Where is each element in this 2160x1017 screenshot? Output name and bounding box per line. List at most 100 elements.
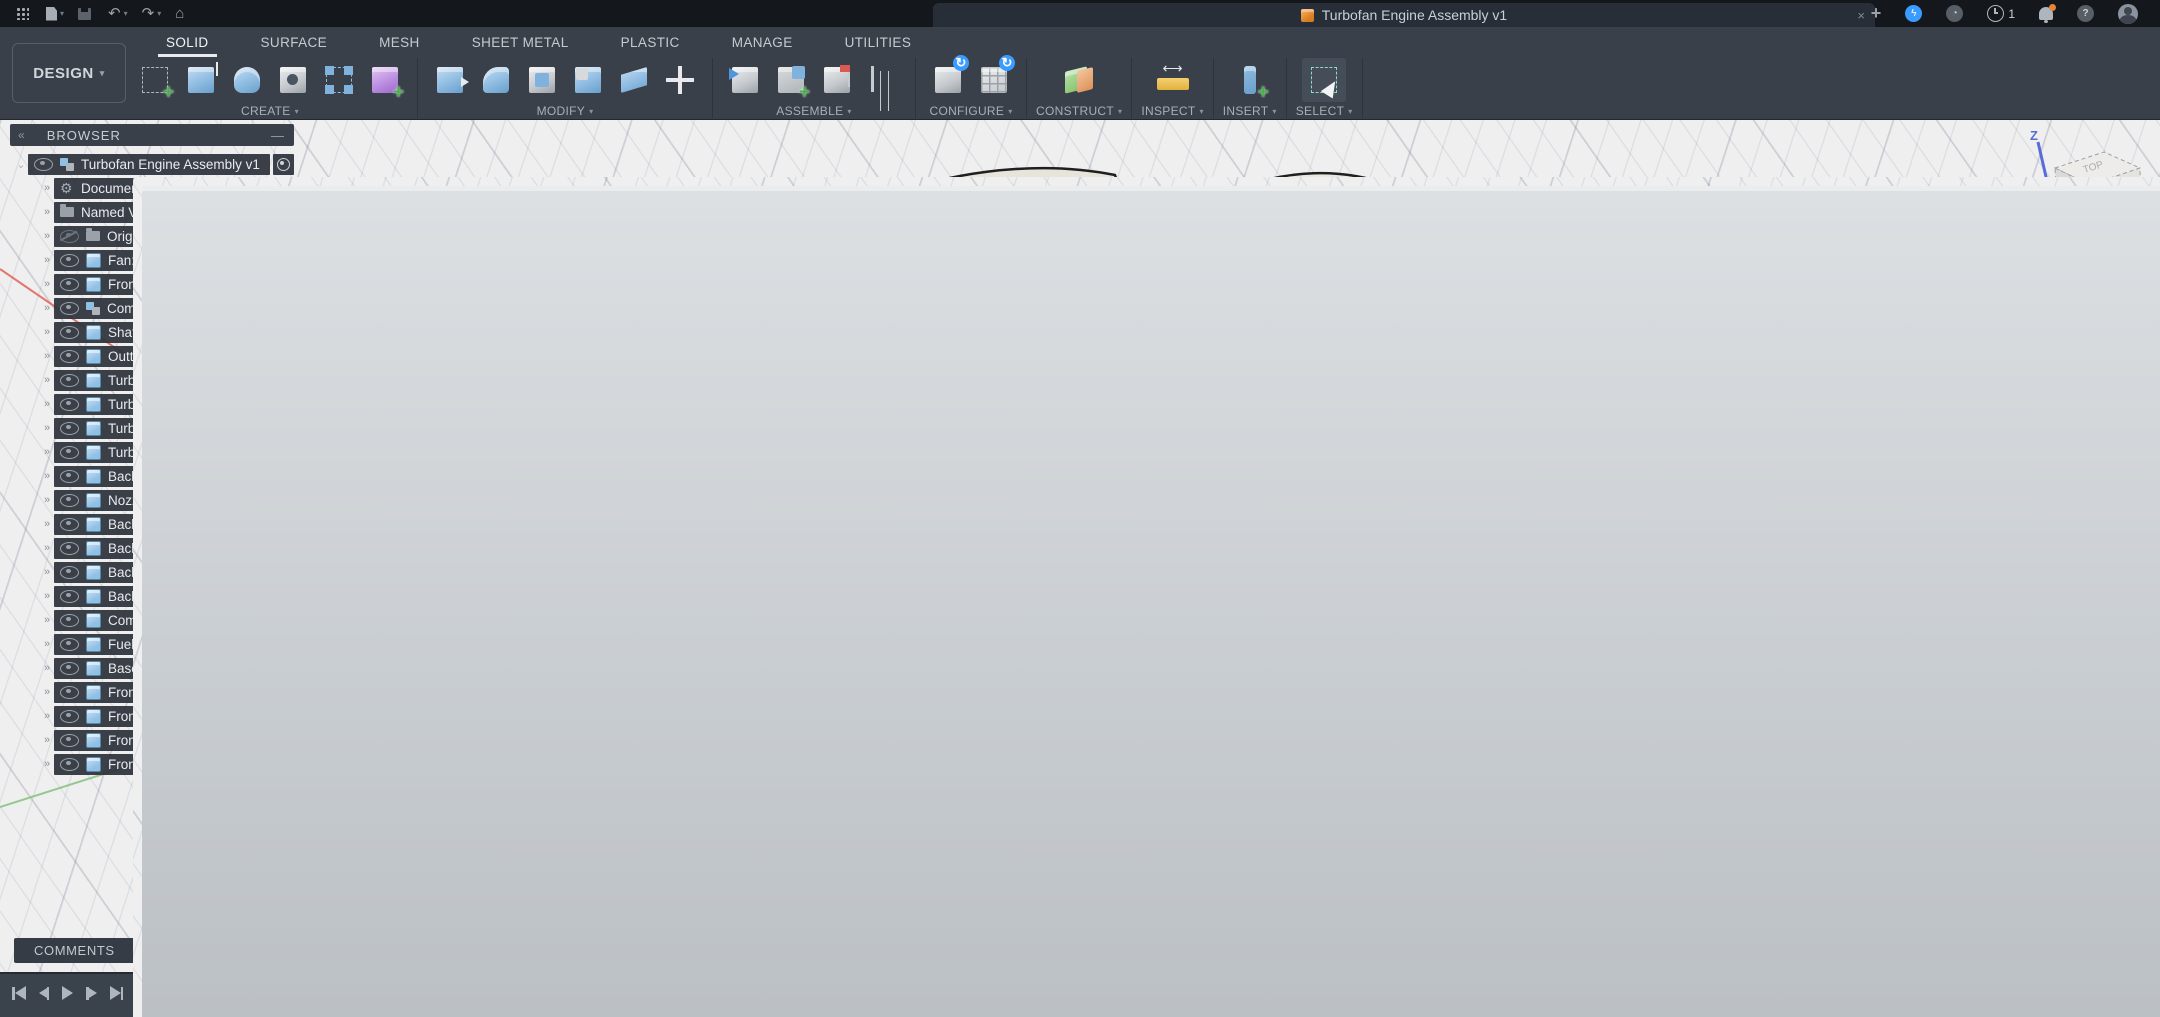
workspace-switcher[interactable]: DESIGN ▾ [12,43,126,103]
browser-header[interactable]: « BROWSER — [10,124,294,146]
visibility-eye-icon[interactable] [60,350,79,363]
visibility-eye-icon[interactable] [60,686,79,699]
visibility-eye-icon[interactable] [60,302,79,315]
tool-pattern[interactable] [317,58,361,102]
expand-chevron-icon[interactable]: » [40,614,54,626]
visibility-eye-icon[interactable] [60,734,79,747]
titlebar-icon-undo[interactable]: ↶ ▾ [108,7,128,20]
visibility-eye-icon[interactable] [60,638,79,651]
tool-extrude[interactable] [179,58,223,102]
document-tab[interactable]: Turbofan Engine Assembly v1 × [933,3,1875,27]
tab-manage[interactable]: MANAGE [706,31,819,57]
tool-shell[interactable] [520,58,564,102]
chevron-down-icon[interactable]: ▾ [1348,107,1352,116]
visibility-eye-icon[interactable] [60,518,79,531]
version-history-button[interactable]: 1 [1987,5,2015,22]
playback-step-forward[interactable] [86,987,97,1000]
tool-insert-fastener[interactable] [1228,58,1272,102]
expand-chevron-icon[interactable]: » [40,494,54,506]
visibility-eye-icon[interactable] [60,590,79,603]
expand-chevron-icon[interactable]: » [40,590,54,602]
expand-chevron-icon[interactable]: » [40,638,54,650]
notifications-icon[interactable] [2039,7,2053,20]
tool-create-sketch[interactable] [133,58,177,102]
tab-sheet-metal[interactable]: SHEET METAL [446,31,595,57]
tool-configuration[interactable] [926,58,970,102]
tool-construct-plane[interactable] [1057,58,1101,102]
titlebar-icon-home[interactable]: ⌂ [175,5,187,22]
new-tab-button[interactable]: + [1871,3,1882,24]
extensions-icon[interactable]: ϟ [1905,5,1922,22]
expand-chevron-icon[interactable]: » [40,350,54,362]
visibility-eye-icon[interactable] [60,494,79,507]
group-label-modify[interactable]: MODIFY [537,104,585,118]
expand-chevron-icon[interactable]: » [40,374,54,386]
tab-utilities[interactable]: UTILITIES [819,31,938,57]
tool-configuration-table[interactable] [972,58,1016,102]
tab-mesh[interactable]: MESH [353,31,446,57]
tab-solid[interactable]: SOLID [140,31,235,57]
visibility-eye-icon[interactable] [60,662,79,675]
expand-chevron-icon[interactable]: » [40,254,54,266]
minimize-panel-icon[interactable]: — [271,128,284,143]
tab-plastic[interactable]: PLASTIC [595,31,706,57]
expand-chevron-icon[interactable]: » [40,302,54,314]
expand-chevron-icon[interactable]: » [40,470,54,482]
job-status-icon[interactable]: ◔ [1946,5,1963,22]
group-label-insert[interactable]: INSERT [1223,104,1269,118]
expand-chevron-icon[interactable]: » [40,542,54,554]
tool-joint[interactable] [815,58,859,102]
playback-skip-end[interactable] [110,986,124,1000]
tool-combine[interactable] [566,58,610,102]
playback-skip-start[interactable] [12,986,26,1000]
expand-chevron-icon[interactable]: » [40,230,54,242]
tool-fillet[interactable] [474,58,518,102]
visibility-eye-icon[interactable] [60,278,79,291]
visibility-eye-icon[interactable] [60,710,79,723]
visibility-eye-icon[interactable] [60,446,79,459]
visibility-eye-icon[interactable] [60,758,79,771]
group-label-inspect[interactable]: INSPECT [1141,104,1195,118]
tool-press-pull[interactable] [428,58,472,102]
group-label-assemble[interactable]: ASSEMBLE [776,104,843,118]
expand-chevron-icon[interactable]: » [40,206,54,218]
group-label-construct[interactable]: CONSTRUCT [1036,104,1114,118]
chevron-down-icon[interactable]: ▾ [1008,107,1012,116]
group-label-configure[interactable]: CONFIGURE [929,104,1004,118]
tool-move[interactable] [658,58,702,102]
visibility-eye-icon[interactable] [60,230,79,243]
tool-hole[interactable] [271,58,315,102]
tool-joint-origin[interactable] [861,58,905,102]
visibility-eye-icon[interactable] [60,542,79,555]
visibility-eye-icon[interactable] [34,158,53,171]
tool-measure[interactable] [1151,58,1195,102]
chevron-down-icon[interactable]: ▾ [1199,107,1203,116]
expand-chevron-icon[interactable]: » [40,662,54,674]
close-tab-icon[interactable]: × [1857,8,1865,23]
tool-revolve[interactable] [225,58,269,102]
tool-select[interactable] [1302,58,1346,102]
group-label-create[interactable]: CREATE [241,104,291,118]
expand-chevron-icon[interactable]: ⌄ [14,158,28,171]
titlebar-icon-save[interactable] [78,8,94,20]
expand-chevron-icon[interactable]: » [40,758,54,770]
expand-chevron-icon[interactable]: » [40,734,54,746]
titlebar-icon-app-grid[interactable] [16,7,32,20]
visibility-eye-icon[interactable] [60,422,79,435]
tool-canvas[interactable] [133,177,2160,1017]
tool-split-body[interactable] [612,58,656,102]
titlebar-icon-file-new[interactable]: ▾ [46,7,64,21]
account-avatar[interactable] [2118,4,2138,24]
chevron-down-icon[interactable]: ▾ [1272,107,1276,116]
expand-chevron-icon[interactable]: » [40,326,54,338]
tool-derive[interactable] [723,58,767,102]
titlebar-icon-redo[interactable]: ↷ ▾ [142,7,162,20]
playback-step-back[interactable] [39,987,50,1000]
expand-chevron-icon[interactable]: » [40,446,54,458]
chevron-down-icon[interactable]: ▾ [847,107,851,116]
visibility-eye-icon[interactable] [60,326,79,339]
expand-chevron-icon[interactable]: » [40,398,54,410]
expand-chevron-icon[interactable]: » [40,278,54,290]
expand-chevron-icon[interactable]: » [40,566,54,578]
tab-surface[interactable]: SURFACE [235,31,354,57]
